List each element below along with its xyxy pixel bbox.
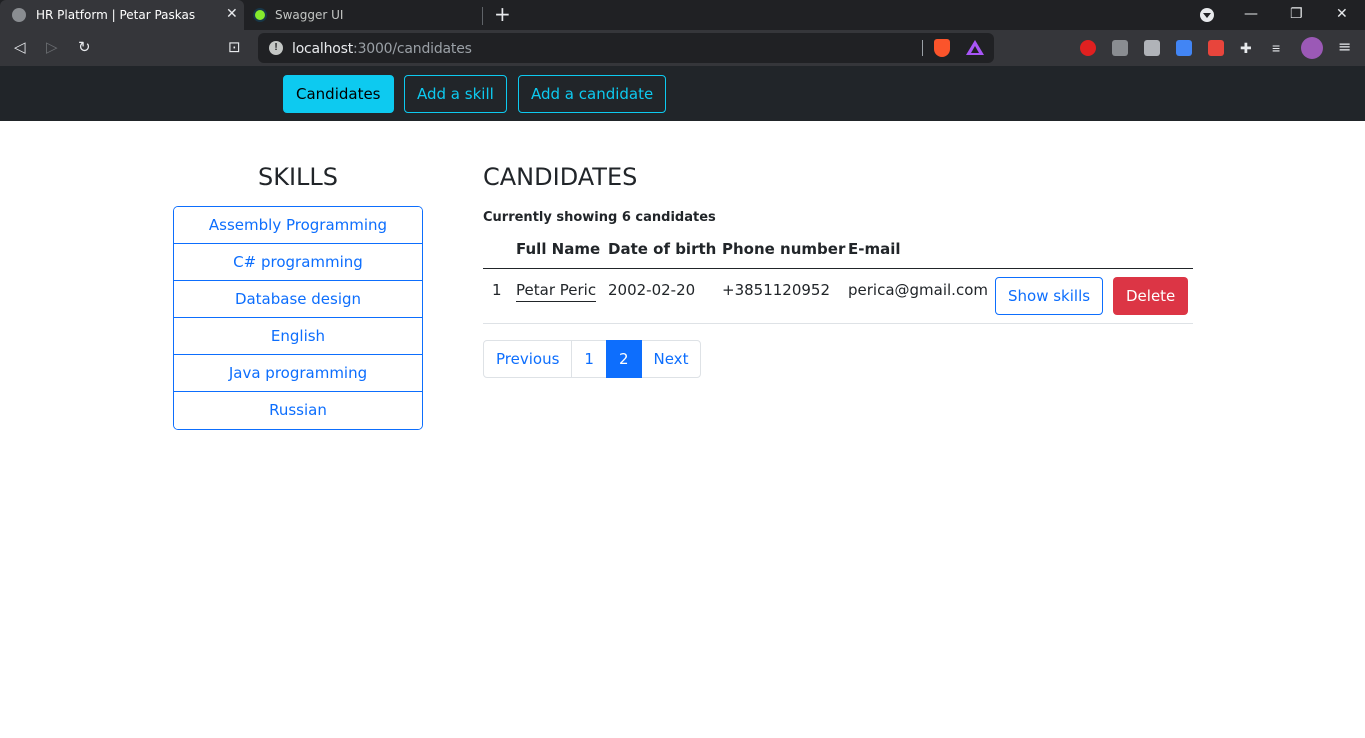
table-header: Full Name Date of birth Phone number E-m… (483, 236, 1193, 269)
reading-list-icon[interactable]: ≡ (1272, 40, 1288, 56)
skill-item[interactable]: English (174, 318, 422, 355)
extension-icon[interactable] (1208, 40, 1224, 56)
skill-item[interactable]: C# programming (174, 244, 422, 281)
tab-title: Swagger UI (275, 8, 344, 22)
swagger-icon (253, 8, 267, 22)
tab-search-icon[interactable] (1200, 8, 1214, 22)
nav-add-skill-button[interactable]: Add a skill (404, 75, 507, 113)
tab-swagger-ui[interactable]: Swagger UI (244, 0, 482, 30)
omnibox-separator (922, 40, 923, 56)
brave-shields-icon[interactable] (934, 39, 950, 57)
pagination: Previous 1 2 Next (483, 340, 702, 378)
pagination-next[interactable]: Next (640, 340, 702, 378)
table-row: 1 Petar Peric 2002-02-20 +3851120952 per… (483, 269, 1193, 324)
candidate-email: perica@gmail.com (848, 281, 988, 299)
address-bar[interactable]: ! localhost:3000/candidates (258, 33, 994, 63)
skill-item[interactable]: Database design (174, 281, 422, 318)
menu-icon[interactable]: ≡ (1338, 37, 1351, 56)
nav-add-candidate-button[interactable]: Add a candidate (518, 75, 667, 113)
translate-extension-icon[interactable] (1176, 40, 1192, 56)
column-header-full-name: Full Name (516, 240, 601, 258)
skill-item[interactable]: Assembly Programming (174, 207, 422, 244)
app-navbar: Candidates Add a skill Add a candidate (0, 66, 1365, 121)
candidate-date-of-birth: 2002-02-20 (608, 281, 696, 299)
back-icon[interactable]: ◁ (14, 38, 26, 56)
bookmark-icon[interactable]: ⊡ (228, 38, 241, 56)
reload-icon[interactable]: ↻ (78, 38, 91, 56)
browser-tab-strip: HR Platform | Petar Paskas ✕ Swagger UI … (0, 0, 1365, 30)
forward-icon[interactable]: ▷ (46, 38, 58, 56)
show-skills-button[interactable]: Show skills (995, 277, 1104, 315)
extension-icon[interactable] (1112, 40, 1128, 56)
url-text[interactable]: localhost:3000/candidates (292, 41, 472, 57)
skills-heading: SKILLS (257, 163, 339, 191)
minimize-button[interactable]: — (1244, 6, 1258, 22)
skill-item[interactable]: Java programming (174, 355, 422, 392)
pagination-page-2[interactable]: 2 (605, 340, 642, 378)
nav-candidates-button[interactable]: Candidates (283, 75, 394, 113)
new-tab-button[interactable]: + (494, 4, 511, 24)
tab-title: HR Platform | Petar Paskas (36, 8, 196, 22)
globe-icon (12, 8, 26, 22)
brave-rewards-icon[interactable] (966, 40, 984, 55)
row-index: 1 (492, 281, 502, 299)
close-window-button[interactable]: ✕ (1336, 6, 1348, 22)
candidates-count-text: Currently showing 6 candidates (483, 210, 716, 225)
skill-item[interactable]: Russian (174, 392, 422, 429)
pagination-previous[interactable]: Previous (483, 340, 573, 378)
adblock-extension-icon[interactable] (1080, 40, 1096, 56)
close-tab-icon[interactable]: ✕ (226, 6, 238, 22)
column-header-date-of-birth: Date of birth (608, 240, 717, 258)
profile-avatar[interactable] (1301, 37, 1323, 59)
tab-hr-platform[interactable]: HR Platform | Petar Paskas ✕ (0, 0, 244, 30)
tab-separator (482, 7, 483, 25)
site-info-icon[interactable]: ! (269, 41, 283, 55)
delete-candidate-button[interactable]: Delete (1113, 277, 1189, 315)
column-header-email: E-mail (848, 240, 901, 258)
candidate-phone: +3851120952 (722, 281, 831, 299)
extension-icon[interactable] (1144, 40, 1160, 56)
column-header-phone: Phone number (722, 240, 846, 258)
restore-button[interactable]: ❐ (1290, 6, 1303, 22)
pagination-page-1[interactable]: 1 (571, 340, 607, 378)
extensions-icon[interactable]: ✚ (1240, 40, 1256, 56)
skills-list: Assembly Programming C# programming Data… (173, 206, 423, 430)
browser-toolbar: ◁ ▷ ↻ ⊡ ! localhost:3000/candidates ✚ ≡ … (0, 30, 1365, 66)
candidates-heading: CANDIDATES (483, 163, 638, 191)
candidates-table: Full Name Date of birth Phone number E-m… (483, 236, 1193, 324)
candidate-name-link[interactable]: Petar Peric (516, 281, 597, 302)
